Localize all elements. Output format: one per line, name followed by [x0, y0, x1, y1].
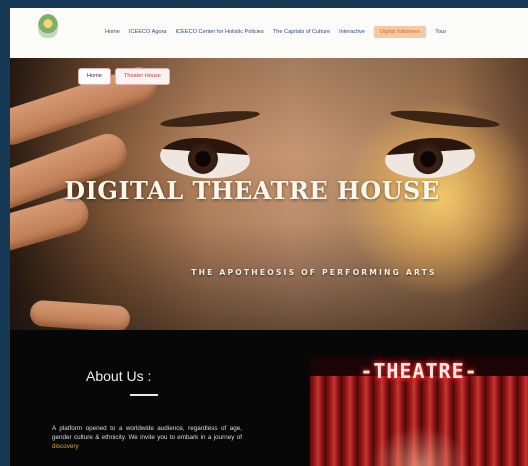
- about-divider: [130, 394, 158, 396]
- nav-link-holistic-policies[interactable]: ICEECO Center for Holistic Policies: [176, 26, 264, 38]
- nav-link-home[interactable]: Home: [105, 26, 120, 38]
- about-heading: About Us :: [86, 368, 152, 384]
- site-logo[interactable]: [30, 14, 66, 52]
- top-navbar: Home ICEECO Agora ICEECO Center for Holi…: [10, 8, 528, 58]
- nav-link-capitals-of-culture[interactable]: The Capitals of Culture: [273, 26, 330, 38]
- breadcrumb: Home Theater House: [78, 68, 170, 85]
- breadcrumb-current: Theater House: [114, 68, 170, 85]
- hero-eyebrow-left: [159, 107, 261, 131]
- nav-link-digital-initiatives[interactable]: Digital Initiatives: [373, 26, 427, 38]
- web-page: Home ICEECO Agora ICEECO Center for Holi…: [10, 8, 528, 466]
- hero-finger: [29, 299, 131, 330]
- theatre-image: -THEATRE-: [310, 356, 528, 466]
- about-section: About Us : A platform opened to a worldw…: [10, 330, 528, 466]
- logo-emblem-icon: [38, 14, 58, 38]
- about-paragraph: A platform opened to a worldwide audienc…: [52, 424, 242, 451]
- hero-subtitle: THE APOTHEOSIS OF PERFORMING ARTS: [191, 268, 437, 277]
- hero-banner: Home Theater House DIGITAL THEATRE HOUSE…: [10, 58, 528, 330]
- window-frame: Home ICEECO Agora ICEECO Center for Holi…: [0, 0, 528, 466]
- breadcrumb-home-link[interactable]: Home: [78, 68, 111, 85]
- stage-curtain: [310, 376, 528, 466]
- nav-links: Home ICEECO Agora ICEECO Center for Holi…: [105, 26, 446, 38]
- nav-link-interactive[interactable]: Interactive: [339, 26, 365, 38]
- about-discovery-link[interactable]: discovery: [52, 443, 79, 450]
- nav-link-tour[interactable]: Tour: [435, 26, 446, 38]
- theatre-marquee-text: -THEATRE-: [360, 359, 478, 383]
- nav-link-agora[interactable]: ICEECO Agora: [129, 26, 167, 38]
- theatre-marquee: -THEATRE-: [310, 356, 528, 386]
- hero-title: DIGITAL THEATRE HOUSE: [64, 176, 440, 205]
- about-text: A platform opened to a worldwide audienc…: [52, 425, 242, 441]
- hero-eye-left: [158, 134, 252, 182]
